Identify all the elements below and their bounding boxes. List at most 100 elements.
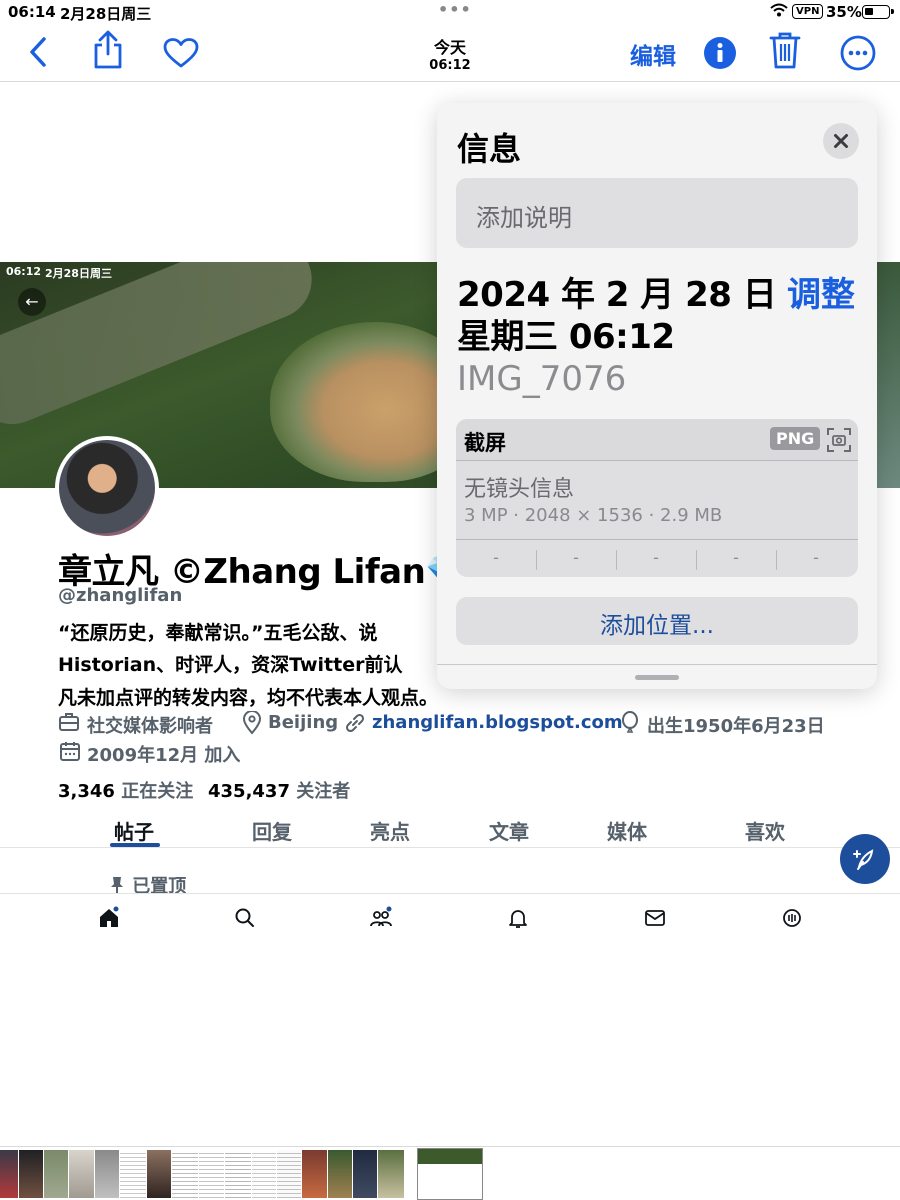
following-stat[interactable]: 3,346 正在关注	[58, 777, 193, 803]
filmstrip-thumb[interactable]	[19, 1150, 43, 1198]
photo-kind-label: 截屏	[464, 431, 506, 455]
status-bar: 06:14 2月28日周三 ••• VPN 35%	[0, 0, 900, 26]
multitasking-dots-icon[interactable]: •••	[438, 0, 472, 19]
filmstrip-thumb[interactable]	[69, 1150, 94, 1198]
profile-birthdate: 出生1950年6月23日	[647, 716, 825, 737]
followers-stat[interactable]: 435,437 关注者	[208, 777, 350, 803]
messages-envelope-icon[interactable]	[643, 906, 667, 930]
tab-likes[interactable]: 喜欢	[745, 816, 785, 845]
close-button[interactable]	[823, 123, 859, 159]
exif-aperture: -	[733, 548, 739, 567]
info-icon[interactable]	[703, 36, 737, 74]
screenshot-icon	[826, 427, 852, 457]
photo-info-panel: 信息 添加说明 2024 年 2 月 28 日 星期三 06:12 调整 IMG…	[437, 103, 877, 689]
add-location-button[interactable]: 添加位置...	[456, 597, 858, 645]
wifi-icon	[770, 3, 788, 21]
lens-info: 无镜头信息	[464, 477, 575, 502]
metadata-header: 截屏 PNG	[456, 419, 858, 461]
calendar-icon	[59, 740, 81, 767]
balloon-icon	[620, 711, 640, 740]
exif-ev: -	[653, 548, 659, 567]
photo-date-title: 今天 06:12	[400, 34, 500, 73]
bio-line-2: Historian、时评人，资深Twitter前认	[58, 654, 403, 676]
share-icon[interactable]	[92, 30, 124, 74]
exif-iso: -	[493, 548, 499, 567]
spaces-icon[interactable]	[780, 906, 804, 930]
close-icon	[834, 134, 848, 148]
followers-label: 关注者	[296, 781, 351, 802]
add-caption-field[interactable]: 添加说明	[456, 178, 858, 248]
vpn-badge: VPN	[792, 4, 824, 19]
link-icon	[344, 712, 366, 739]
filmstrip-thumb[interactable]	[95, 1150, 119, 1198]
profile-category: 社交媒体影响者	[87, 716, 213, 737]
filmstrip-thumb[interactable]	[120, 1150, 146, 1198]
profile-handle: @zhanglifan	[58, 585, 183, 606]
tab-highlights[interactable]: 亮点	[370, 816, 410, 845]
profile-location: Beijing	[268, 712, 339, 733]
profile-website-link[interactable]: zhanglifan.blogspot.com	[372, 712, 623, 733]
profile-joined-date: 2009年12月 加入	[87, 745, 241, 766]
filmstrip-thumb[interactable]	[172, 1150, 198, 1198]
photo-filename: IMG_7076	[457, 359, 627, 399]
filmstrip-thumb[interactable]	[0, 1150, 18, 1198]
briefcase-icon	[58, 712, 80, 737]
filmstrip-thumb-selected[interactable]	[417, 1148, 483, 1200]
filmstrip-thumb[interactable]	[353, 1150, 377, 1198]
photo-weekday-time: 星期三 06:12	[457, 317, 675, 357]
panel-divider	[437, 664, 877, 665]
compose-post-button[interactable]	[840, 834, 890, 884]
tab-replies[interactable]: 回复	[252, 816, 292, 845]
bio-line-1: “还原历史，奉献常识。”五毛公敌、说	[58, 622, 378, 644]
exif-row: - - - - -	[456, 539, 858, 577]
filmstrip-thumb[interactable]	[44, 1150, 68, 1198]
more-options-icon[interactable]	[840, 35, 876, 75]
tab-posts[interactable]: 帖子	[114, 816, 154, 845]
status-time: 06:14	[8, 3, 56, 21]
tab-articles[interactable]: 文章	[489, 816, 529, 845]
notifications-bell-icon[interactable]	[506, 906, 530, 930]
filmstrip-thumb[interactable]	[147, 1150, 171, 1198]
photo-metadata-card: 截屏 PNG 无镜头信息 3 MP · 2048 × 1536 · 2.9 MB…	[456, 419, 858, 577]
back-arrow-icon: ←	[18, 288, 46, 316]
filmstrip-thumb[interactable]	[378, 1150, 404, 1198]
back-chevron-icon[interactable]	[28, 36, 48, 72]
filmstrip-thumb[interactable]	[199, 1150, 224, 1198]
search-icon[interactable]	[233, 906, 257, 930]
favorite-heart-icon[interactable]	[163, 38, 199, 72]
followers-count: 435,437	[208, 781, 290, 802]
edit-button[interactable]: 编辑	[630, 37, 676, 71]
exif-focal-length: -	[573, 548, 579, 567]
battery-icon	[862, 5, 894, 19]
communities-icon[interactable]	[369, 906, 393, 930]
image-specs: 3 MP · 2048 × 1536 · 2.9 MB	[464, 505, 723, 526]
info-panel-title: 信息	[457, 130, 522, 168]
filmstrip-thumb[interactable]	[302, 1150, 327, 1198]
tabs-divider	[0, 847, 900, 848]
following-count: 3,346	[58, 781, 115, 802]
banner-date: 2月28日周三	[45, 267, 112, 280]
home-icon[interactable]	[97, 906, 121, 930]
twitter-bottom-nav	[0, 893, 900, 939]
filmstrip-thumb[interactable]	[277, 1150, 301, 1198]
avatar	[55, 436, 159, 540]
photo-time-label: 06:12	[429, 58, 471, 73]
filmstrip-thumb[interactable]	[252, 1150, 276, 1198]
panel-grabber-handle[interactable]	[635, 675, 679, 680]
trash-icon[interactable]	[768, 30, 802, 74]
tab-media[interactable]: 媒体	[607, 816, 647, 845]
filmstrip-thumb[interactable]	[225, 1150, 251, 1198]
format-badge: PNG	[770, 427, 821, 450]
filmstrip-thumb[interactable]	[328, 1150, 352, 1198]
adjust-date-button[interactable]: 调整	[787, 267, 855, 316]
exif-shutter: -	[813, 548, 819, 567]
photo-toolbar: 今天 06:12 编辑	[0, 26, 900, 82]
photo-date-label: 今天	[433, 38, 466, 57]
status-date: 2月28日周三	[60, 5, 152, 23]
banner-time: 06:12	[6, 265, 42, 278]
location-pin-icon	[242, 710, 262, 740]
following-label: 正在关注	[121, 781, 194, 802]
bio-line-3: 凡未加点评的转发内容，均不代表本人观点。	[58, 687, 439, 709]
photo-filmstrip[interactable]	[0, 1146, 900, 1200]
battery-percent: 35%	[826, 3, 862, 21]
